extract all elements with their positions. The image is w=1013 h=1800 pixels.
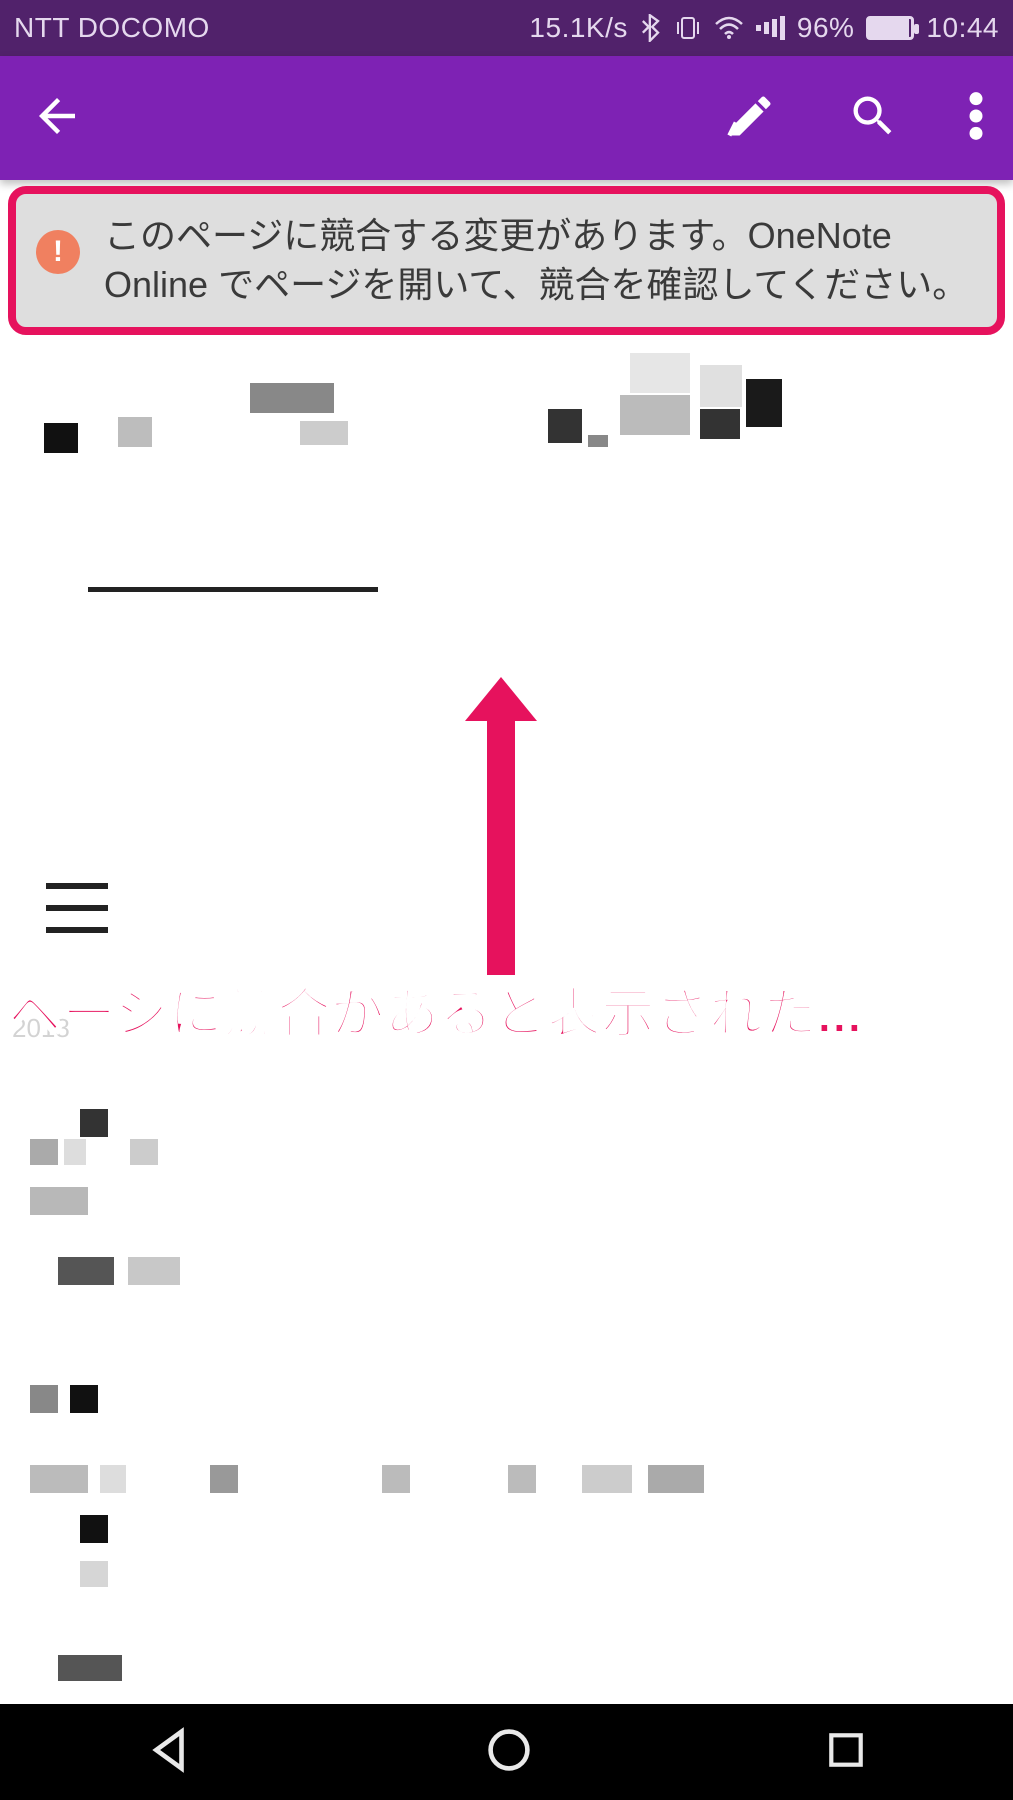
app-bar: [0, 56, 1013, 180]
wifi-icon: [714, 16, 744, 40]
warning-icon: !: [36, 230, 80, 274]
redacted-block: [118, 417, 152, 447]
redacted-block: [648, 1465, 704, 1493]
redacted-block: [58, 1257, 114, 1285]
status-bar: NTT DOCOMO 15.1K/s 96% 10:44: [0, 0, 1013, 56]
redacted-block: [210, 1465, 238, 1493]
redacted-block: [620, 395, 690, 435]
bluetooth-icon: [640, 14, 662, 42]
annotation-arrow: [487, 713, 515, 975]
redacted-block: [100, 1465, 126, 1493]
redacted-block: [630, 353, 690, 393]
redacted-block: [30, 1465, 88, 1493]
redacted-block: [250, 383, 334, 413]
note-content-area[interactable]: 2018 ページに競合があると表示された...: [0, 335, 1013, 1800]
redacted-block: [88, 587, 378, 592]
back-button[interactable]: [30, 130, 84, 147]
clock: 10:44: [926, 12, 999, 44]
redacted-block: [700, 365, 742, 407]
battery-percent: 96%: [797, 12, 855, 44]
redacted-block: [70, 1385, 98, 1413]
banner-text: このページに競合する変更があります。OneNote Online でページを開い…: [104, 212, 977, 309]
redacted-block: [382, 1465, 410, 1493]
redacted-block: [130, 1139, 158, 1165]
redacted-block: [80, 1515, 108, 1543]
search-button[interactable]: [847, 90, 899, 147]
nav-back-button[interactable]: [147, 1727, 193, 1778]
redacted-block: [700, 409, 740, 439]
redacted-block: [44, 423, 78, 453]
network-speed: 15.1K/s: [529, 12, 627, 44]
redacted-block: [300, 421, 348, 445]
signal-icon: [756, 16, 785, 40]
overflow-menu-button[interactable]: [969, 90, 983, 147]
redacted-block: [582, 1465, 632, 1493]
vibrate-icon: [674, 14, 702, 42]
redacted-block: [588, 435, 608, 447]
redacted-block: [58, 1655, 122, 1681]
redacted-block: [64, 1139, 86, 1165]
annotation-text: ページに競合があると表示された...: [8, 969, 862, 1048]
redacted-block: [80, 1561, 108, 1587]
redacted-block: [508, 1465, 536, 1493]
battery-icon: [866, 16, 914, 40]
android-nav-bar: [0, 1704, 1013, 1800]
carrier-label: NTT DOCOMO: [14, 12, 210, 44]
redacted-block: [30, 1139, 58, 1165]
nav-recent-button[interactable]: [825, 1729, 867, 1776]
edit-pen-button[interactable]: [725, 90, 777, 147]
redacted-block: [80, 1109, 108, 1137]
nav-home-button[interactable]: [486, 1727, 532, 1778]
conflict-banner[interactable]: ! このページに競合する変更があります。OneNote Online でページを…: [8, 186, 1005, 335]
redacted-block: [30, 1187, 88, 1215]
redacted-block: [548, 409, 582, 443]
redacted-block: [128, 1257, 180, 1285]
list-icon: [46, 883, 108, 949]
redacted-block: [30, 1385, 58, 1413]
redacted-block: [746, 379, 782, 427]
